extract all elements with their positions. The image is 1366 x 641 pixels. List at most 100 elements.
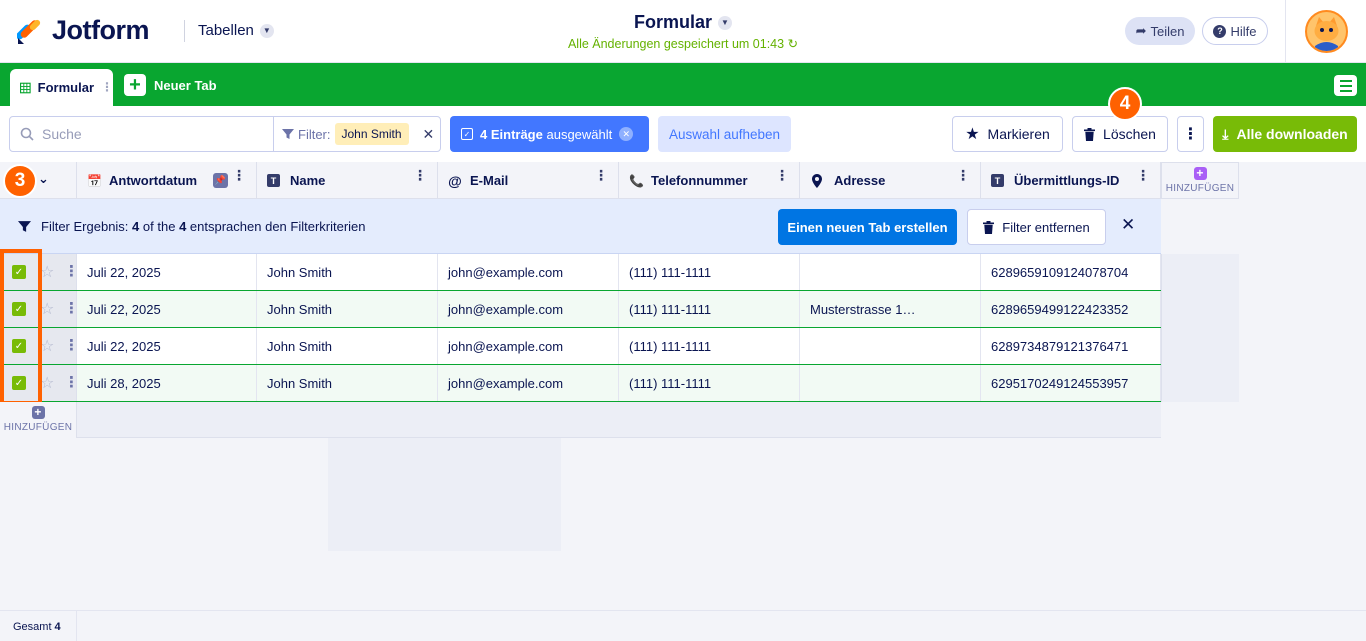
checkbox-highlight-frame xyxy=(0,249,42,405)
cell-phone[interactable]: (111) 111-1111 xyxy=(619,365,800,401)
table-footer: Gesamt 4 xyxy=(0,610,1366,641)
share-button[interactable]: ➦ Teilen xyxy=(1125,17,1195,45)
cell-email[interactable]: john@example.com xyxy=(438,291,619,327)
filter-result-prefix: Filter Ergebnis: xyxy=(41,218,129,234)
share-label: Teilen xyxy=(1150,23,1185,39)
column-header-address[interactable]: Adresse ⋮ xyxy=(800,162,981,199)
cell-id[interactable]: 6289659499122423352 xyxy=(981,291,1161,327)
selection-count: 4 Einträge xyxy=(480,126,543,142)
tab-formular-label: Formular xyxy=(37,80,94,95)
refresh-icon: ↻ xyxy=(787,37,799,51)
download-all-button[interactable]: ⤓ Alle downloaden xyxy=(1213,116,1357,152)
table-row[interactable]: ✓ ☆ ⋮ Juli 28, 2025 John Smith john@example.c… xyxy=(0,365,1161,402)
tab-formular[interactable]: Formular ⋮ xyxy=(10,69,113,106)
filter-result-text: Filter Ergebnis: 4 of the 4 entsprachen … xyxy=(41,219,366,234)
column-options-icon[interactable]: ⋮ xyxy=(956,168,970,182)
add-column-area xyxy=(1161,254,1239,402)
new-tab-label: Neuer Tab xyxy=(154,77,217,93)
more-options-icon[interactable]: ⋮ xyxy=(1177,116,1204,152)
mark-label: Markieren xyxy=(987,126,1050,142)
star-icon[interactable]: ☆ xyxy=(40,336,54,356)
cell-name[interactable]: John Smith xyxy=(257,291,438,327)
star-icon[interactable]: ☆ xyxy=(40,262,54,282)
cell-id[interactable]: 6289734879121376471 xyxy=(981,328,1161,364)
cell-email[interactable]: john@example.com xyxy=(438,254,619,290)
cell-phone[interactable]: (111) 111-1111 xyxy=(619,328,800,364)
form-title[interactable]: Formular ▼ xyxy=(634,12,732,33)
filter-result-of: of the xyxy=(142,218,176,234)
selection-pill[interactable]: ✓ 4 Einträge ausgewählt ✕ xyxy=(450,116,649,152)
table-header: ⌄ 📅 Antwortdatum 📌 ⋮ T Name ⋮ @ E-Mail ⋮… xyxy=(0,162,1161,199)
close-icon[interactable]: ✕ xyxy=(619,127,634,141)
cell-date[interactable]: Juli 28, 2025 xyxy=(77,365,257,401)
column-options-icon[interactable]: ⋮ xyxy=(775,168,789,182)
cell-address[interactable]: Musterstrasse 1… xyxy=(800,291,981,327)
new-tab-button[interactable]: + Neuer Tab xyxy=(124,74,217,96)
filter-result-banner: Filter Ergebnis: 4 of the 4 entsprachen … xyxy=(0,199,1161,254)
mark-button[interactable]: ★ Markieren xyxy=(952,116,1063,152)
column-header-name[interactable]: T Name ⋮ xyxy=(257,162,438,199)
star-icon[interactable]: ☆ xyxy=(40,299,54,319)
cell-name[interactable]: John Smith xyxy=(257,365,438,401)
table-row[interactable]: ✓ ☆ ⋮ Juli 22, 2025 John Smith john@example.c… xyxy=(0,291,1161,328)
column-options-icon[interactable]: ⋮ xyxy=(413,168,427,182)
chevron-down-icon: ⌄ xyxy=(38,171,49,186)
avatar[interactable] xyxy=(1305,10,1348,53)
cell-phone[interactable]: (111) 111-1111 xyxy=(619,291,800,327)
help-button[interactable]: ? Hilfe xyxy=(1202,17,1268,45)
cell-date[interactable]: Juli 22, 2025 xyxy=(77,328,257,364)
filter-chip[interactable]: John Smith xyxy=(334,123,409,145)
remove-filter-button[interactable]: Filter entfernen xyxy=(967,209,1106,245)
pin-icon[interactable]: 📌 xyxy=(213,173,228,188)
cell-email[interactable]: john@example.com xyxy=(438,328,619,364)
search-input[interactable] xyxy=(42,126,252,142)
tab-bar: Formular ⋮ + Neuer Tab xyxy=(0,63,1366,106)
delete-label: Löschen xyxy=(1103,126,1156,142)
hamburger-menu-icon[interactable] xyxy=(1334,75,1357,96)
cell-phone[interactable]: (111) 111-1111 xyxy=(619,254,800,290)
filter-icon xyxy=(282,129,294,139)
remove-filter-label: Filter entfernen xyxy=(1002,219,1090,235)
create-new-tab-button[interactable]: Einen neuen Tab erstellen xyxy=(778,209,957,245)
column-options-icon[interactable]: ⋮ xyxy=(232,168,246,182)
cell-name[interactable]: John Smith xyxy=(257,328,438,364)
column-header-phone[interactable]: 📞 Telefonnummer ⋮ xyxy=(619,162,800,199)
save-status-text: Alle Änderungen gespeichert um 01:43 xyxy=(567,37,785,51)
cell-date[interactable]: Juli 22, 2025 xyxy=(77,254,257,290)
total-value: 4 xyxy=(54,620,61,633)
tab-options-icon[interactable]: ⋮ xyxy=(101,81,113,93)
clear-selection-button[interactable]: Auswahl aufheben xyxy=(658,116,791,152)
column-header-submission-id[interactable]: T Übermittlungs-ID ⋮ xyxy=(981,162,1161,199)
plus-icon: + xyxy=(124,74,146,96)
add-row-label: HINZUFÜGEN xyxy=(3,422,73,433)
total-label: Gesamt xyxy=(13,620,52,633)
cell-name[interactable]: John Smith xyxy=(257,254,438,290)
cell-address[interactable] xyxy=(800,365,981,401)
add-column-button[interactable]: + HINZUFÜGEN xyxy=(1161,162,1239,199)
cell-address[interactable] xyxy=(800,254,981,290)
column-options-icon[interactable]: ⋮ xyxy=(594,168,608,182)
cell-date[interactable]: Juli 22, 2025 xyxy=(77,291,257,327)
column-options-icon[interactable]: ⋮ xyxy=(1136,168,1150,182)
add-row-button[interactable]: + HINZUFÜGEN xyxy=(0,402,77,438)
table-grid-icon xyxy=(20,82,31,93)
delete-button[interactable]: Löschen xyxy=(1072,116,1168,152)
search-box xyxy=(9,116,274,152)
clear-filter-icon[interactable]: ✕ xyxy=(423,126,435,143)
cell-id[interactable]: 6295170249124553957 xyxy=(981,365,1161,401)
cell-address[interactable] xyxy=(800,328,981,364)
star-icon[interactable]: ☆ xyxy=(40,373,54,393)
cell-id[interactable]: 6289659109124078704 xyxy=(981,254,1161,290)
filter-box[interactable]: Filter: John Smith ✕ xyxy=(273,116,441,152)
download-icon: ⤓ xyxy=(1222,125,1229,142)
plus-icon: + xyxy=(1193,167,1207,180)
close-icon[interactable]: ✕ xyxy=(1121,215,1135,235)
table-row[interactable]: ✓ ☆ ⋮ Juli 22, 2025 John Smith john@example.c… xyxy=(0,328,1161,365)
cell-email[interactable]: john@example.com xyxy=(438,365,619,401)
table-row[interactable]: ✓ ☆ ⋮ Juli 22, 2025 John Smith john@example.c… xyxy=(0,254,1161,291)
help-label: Hilfe xyxy=(1230,23,1257,39)
help-icon: ? xyxy=(1213,24,1227,38)
column-header-antwortdatum[interactable]: 📅 Antwortdatum 📌 ⋮ xyxy=(77,162,257,199)
filter-label: Filter: xyxy=(298,126,331,142)
column-header-email[interactable]: @ E-Mail ⋮ xyxy=(438,162,619,199)
